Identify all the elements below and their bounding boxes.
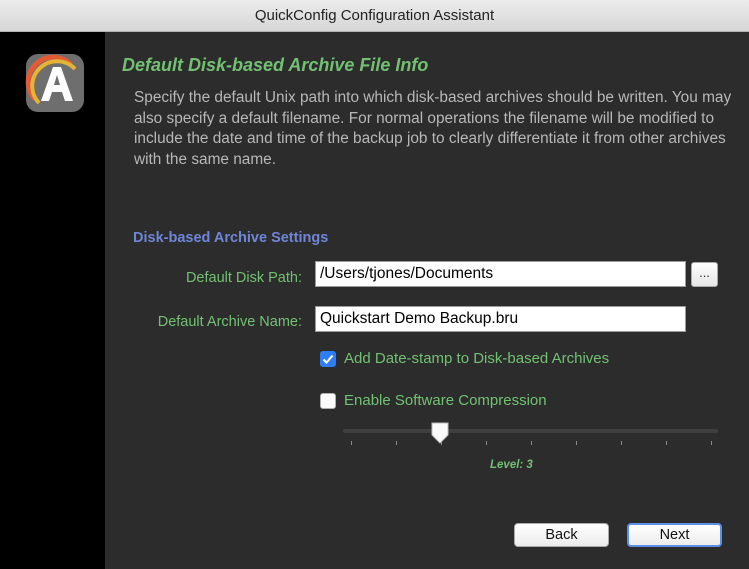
compression-label[interactable]: Enable Software Compression (344, 392, 547, 409)
next-button[interactable]: Next (627, 523, 722, 547)
archive-name-label: Default Archive Name: (157, 314, 302, 330)
disk-path-label: Default Disk Path: (185, 270, 302, 286)
window-title: QuickConfig Configuration Assistant (0, 0, 749, 32)
content-panel: Default Disk-based Archive File Info Spe… (105, 32, 749, 569)
section-title: Disk-based Archive Settings (133, 230, 329, 246)
app-logo-icon (25, 53, 85, 113)
browse-button[interactable]: ... (691, 262, 718, 287)
page-description: Specify the default Unix path into which… (134, 89, 732, 168)
slider-tick (351, 441, 352, 445)
slider-thumb[interactable] (430, 421, 450, 450)
page-title: Default Disk-based Archive File Info (122, 55, 429, 75)
compression-level-label: Level: 3 (490, 459, 533, 471)
slider-tick (711, 441, 712, 445)
sidebar (0, 32, 105, 569)
back-button[interactable]: Back (514, 523, 609, 547)
slider-tick (666, 441, 667, 445)
datestamp-checkbox[interactable] (320, 351, 336, 367)
slider-tick (486, 441, 487, 445)
slider-tick (531, 441, 532, 445)
slider-tick (621, 441, 622, 445)
compression-level-slider[interactable] (343, 429, 718, 433)
archive-name-field[interactable]: Quickstart Demo Backup.bru (315, 306, 686, 332)
slider-tick (576, 441, 577, 445)
datestamp-label[interactable]: Add Date-stamp to Disk-based Archives (344, 350, 609, 367)
compression-checkbox[interactable] (320, 393, 336, 409)
slider-tick (396, 441, 397, 445)
disk-path-field[interactable]: /Users/tjones/Documents (315, 261, 686, 287)
checkmark-icon (322, 354, 334, 364)
